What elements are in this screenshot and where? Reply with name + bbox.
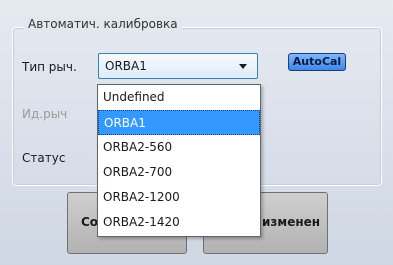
dropdown-option[interactable]: ORBA2-1420 (98, 210, 260, 235)
lever-type-label: Тип рыч. (22, 60, 77, 74)
dropdown-option[interactable]: ORBA2-560 (98, 135, 260, 160)
status-label: Статус (22, 151, 66, 165)
lever-type-value: ORBA1 (105, 59, 147, 73)
lever-type-dropdown: Undefined ORBA1 ORBA2-560 ORBA2-700 ORBA… (97, 84, 261, 237)
dropdown-option[interactable]: ORBA2-1200 (98, 185, 260, 210)
autocal-button[interactable]: AutoCal (288, 53, 346, 71)
group-title: Автоматич. калибровка (24, 17, 182, 31)
dropdown-option[interactable]: Undefined (98, 85, 260, 110)
dropdown-option-selected[interactable]: ORBA1 (98, 110, 260, 135)
lever-id-label: Ид.рыч (22, 107, 68, 121)
dropdown-option[interactable]: ORBA2-700 (98, 160, 260, 185)
cancel-button-label: изменен (262, 215, 321, 229)
lever-type-combobox[interactable]: ORBA1 (98, 53, 258, 79)
save-button-label: Со (81, 215, 99, 229)
chevron-down-icon[interactable] (239, 64, 247, 69)
